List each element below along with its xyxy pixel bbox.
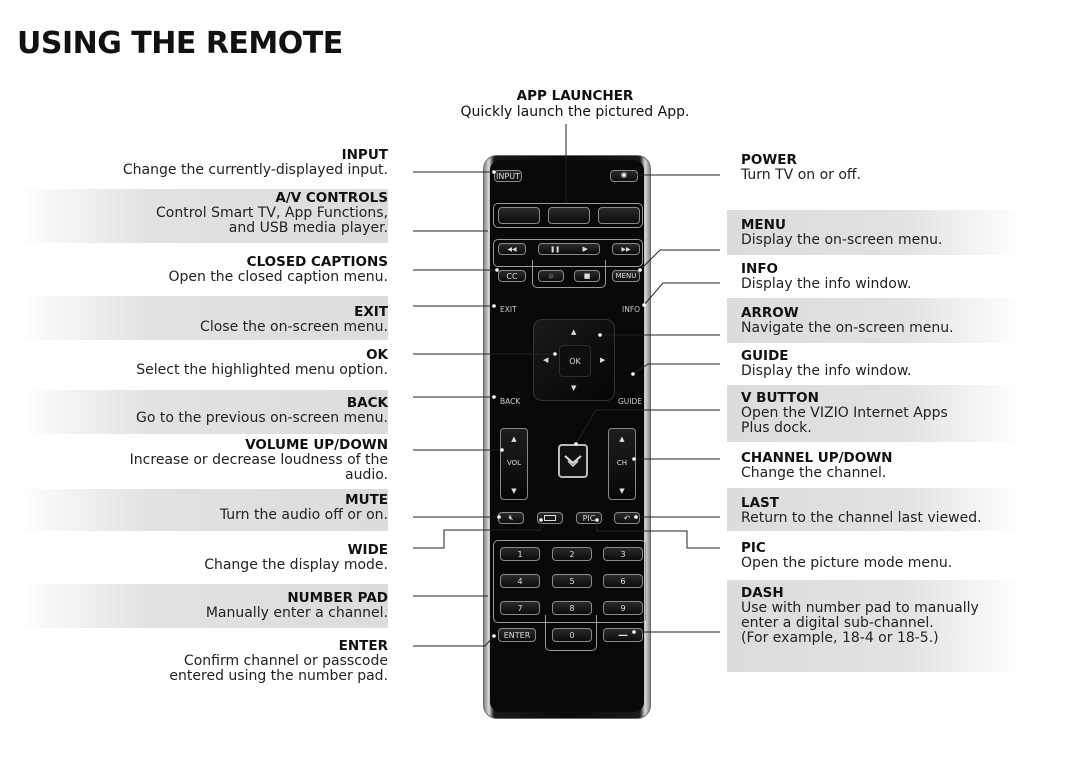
dot-input bbox=[492, 170, 496, 174]
dot-back bbox=[492, 395, 496, 399]
dot-pic bbox=[595, 518, 599, 522]
dot-v-button bbox=[574, 442, 578, 446]
dot-power bbox=[622, 173, 626, 177]
leader-lines bbox=[413, 124, 720, 647]
dot-volume bbox=[500, 448, 504, 452]
dot-wide bbox=[539, 518, 543, 522]
dot-info bbox=[642, 303, 646, 307]
leader-info bbox=[643, 282, 720, 306]
dot-ok bbox=[553, 352, 557, 356]
leader-guide bbox=[632, 363, 720, 375]
dot-arrow bbox=[598, 333, 602, 337]
dot-enter bbox=[492, 634, 496, 638]
dot-channel bbox=[632, 457, 636, 461]
dot-last bbox=[634, 515, 638, 519]
dot-menu bbox=[638, 268, 642, 272]
leader-menu bbox=[639, 249, 720, 271]
dot-dash bbox=[632, 630, 636, 634]
leader-pic bbox=[596, 520, 720, 549]
dot-exit bbox=[492, 304, 496, 308]
leader-enter bbox=[413, 635, 495, 647]
dot-mute bbox=[497, 515, 501, 519]
dot-cc bbox=[495, 268, 499, 272]
dot-guide bbox=[631, 372, 635, 376]
leader-v-button bbox=[575, 409, 720, 445]
leader-wide bbox=[413, 520, 542, 549]
